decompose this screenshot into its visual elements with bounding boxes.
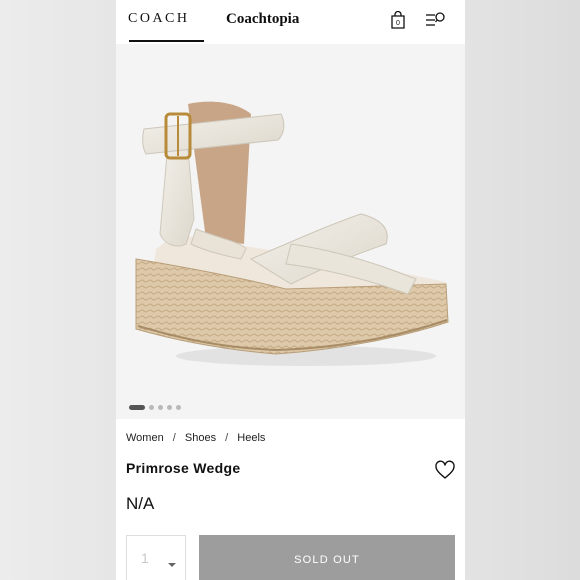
site-header: COACH Coachtopia 0 (116, 0, 465, 44)
coachtopia-logo[interactable]: Coachtopia (226, 11, 299, 28)
background-right (465, 0, 580, 580)
gallery-dot-2[interactable] (149, 405, 154, 410)
product-image[interactable] (116, 44, 465, 419)
chevron-down-icon (167, 555, 177, 573)
menu-search-icon[interactable] (424, 10, 446, 30)
gallery-dot-3[interactable] (158, 405, 163, 410)
breadcrumb-shoes[interactable]: Shoes (185, 432, 216, 444)
heart-outline-icon[interactable] (434, 460, 456, 480)
breadcrumb: Women / Shoes / Heels (126, 432, 265, 444)
breadcrumb-heels[interactable]: Heels (237, 432, 265, 444)
breadcrumb-women[interactable]: Women (126, 432, 164, 444)
product-price: N/A (126, 494, 155, 513)
sold-out-button[interactable]: SOLD OUT (199, 535, 455, 580)
coach-logo[interactable]: COACH (128, 11, 190, 27)
active-brand-underline (129, 40, 204, 42)
gallery-dot-5[interactable] (176, 405, 181, 410)
mobile-screen: COACH Coachtopia 0 Women / Shoes / Heels… (116, 0, 465, 580)
quantity-value: 1 (141, 550, 149, 566)
bag-count: 0 (396, 20, 400, 27)
breadcrumb-separator: / (172, 432, 176, 444)
background-left (0, 0, 116, 580)
breadcrumb-separator: / (225, 432, 229, 444)
shopping-bag-icon[interactable]: 0 (388, 10, 408, 30)
gallery-dot-1[interactable] (129, 405, 145, 410)
quantity-select[interactable]: 1 (126, 535, 186, 580)
product-title: Primrose Wedge (126, 460, 241, 476)
gallery-dot-4[interactable] (167, 405, 172, 410)
